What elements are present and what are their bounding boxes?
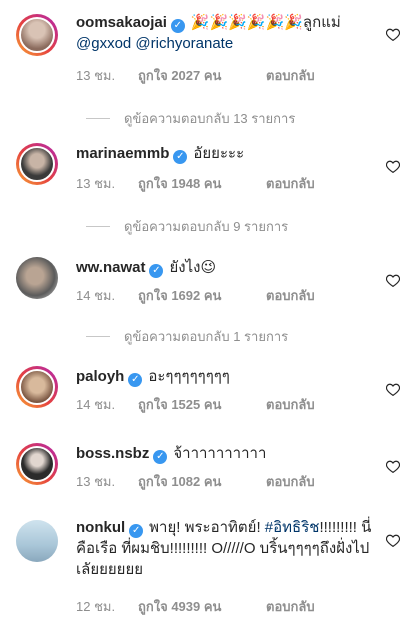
username[interactable]: oomsakaojai [76, 14, 167, 31]
verified-badge-icon: ✓ [149, 264, 164, 278]
avatar-image [16, 257, 58, 299]
heart-icon[interactable] [386, 160, 400, 173]
reply-button[interactable]: ตอบกลับ [266, 65, 315, 86]
view-replies-button[interactable]: ดูข้อความตอบกลับ 13 รายการ [86, 108, 295, 129]
comment-text: จ้าาาาาาาาาา [173, 445, 267, 462]
reply-button[interactable]: ตอบกลับ [266, 173, 315, 194]
mention-links[interactable]: @gxxod @richyoranate [76, 35, 233, 52]
view-replies-button[interactable]: ดูข้อความตอบกลับ 1 รายการ [86, 326, 288, 347]
timestamp: 13 ชม. [76, 474, 116, 489]
likes-count[interactable]: ถูกใจ 1082 คน [138, 471, 266, 492]
divider-line [86, 118, 110, 119]
comment-meta: 13 ชม. ถูกใจ 1082 คน ตอบกลับ [76, 471, 315, 492]
divider-line [86, 226, 110, 227]
heart-icon[interactable] [386, 383, 400, 396]
heart-icon[interactable] [386, 460, 400, 473]
comment-text: อะๆๆๆๆๆๆๆๆ [148, 368, 230, 385]
timestamp: 13 ชม. [76, 68, 116, 83]
heart-icon[interactable] [386, 28, 400, 41]
verified-badge-icon: ✓ [129, 524, 144, 538]
username[interactable]: ww.nawat [76, 259, 145, 276]
comment-meta: 13 ชม. ถูกใจ 1948 คน ตอบกลับ [76, 173, 315, 194]
username[interactable]: paloyh [76, 368, 124, 385]
comment-meta: 14 ชม. ถูกใจ 1525 คน ตอบกลับ [76, 394, 315, 415]
comment-text: 🎉🎉🎉🎉🎉🎉ลูกแม่ [190, 14, 341, 31]
view-replies-label: ดูข้อความตอบกลับ 9 รายการ [124, 219, 289, 234]
likes-count[interactable]: ถูกใจ 1692 คน [138, 285, 266, 306]
username[interactable]: nonkul [76, 519, 125, 536]
avatar[interactable] [16, 520, 58, 562]
avatar[interactable] [16, 257, 58, 299]
reply-button[interactable]: ตอบกลับ [266, 394, 315, 415]
hashtag-link[interactable]: #อิทธิริช [265, 519, 320, 536]
avatar-image [16, 520, 58, 562]
comment-meta: 14 ชม. ถูกใจ 1692 คน ตอบกลับ [76, 285, 315, 306]
timestamp: 12 ชม. [76, 599, 116, 614]
avatar[interactable] [16, 14, 58, 56]
avatar-image [19, 369, 55, 405]
reply-button[interactable]: ตอบกลับ [266, 471, 315, 492]
heart-icon[interactable] [386, 534, 400, 547]
username[interactable]: boss.nsbz [76, 445, 149, 462]
likes-count[interactable]: ถูกใจ 2027 คน [138, 65, 266, 86]
reply-button[interactable]: ตอบกลับ [266, 596, 315, 617]
likes-count[interactable]: ถูกใจ 4939 คน [138, 596, 266, 617]
view-replies-button[interactable]: ดูข้อความตอบกลับ 9 รายการ [86, 216, 288, 237]
timestamp: 14 ชม. [76, 288, 116, 303]
verified-badge-icon: ✓ [173, 150, 188, 164]
view-replies-label: ดูข้อความตอบกลับ 1 รายการ [124, 329, 289, 344]
avatar[interactable] [16, 366, 58, 408]
username[interactable]: marinaemmb [76, 145, 169, 162]
view-replies-label: ดูข้อความตอบกลับ 13 รายการ [124, 111, 296, 126]
verified-badge-icon: ✓ [128, 373, 143, 387]
avatar-image [19, 17, 55, 53]
timestamp: 13 ชม. [76, 176, 116, 191]
heart-icon[interactable] [386, 274, 400, 287]
avatar[interactable] [16, 443, 58, 485]
likes-count[interactable]: ถูกใจ 1948 คน [138, 173, 266, 194]
divider-line [86, 336, 110, 337]
reply-button[interactable]: ตอบกลับ [266, 285, 315, 306]
avatar-image [19, 146, 55, 182]
likes-count[interactable]: ถูกใจ 1525 คน [138, 394, 266, 415]
verified-badge-icon: ✓ [170, 19, 185, 33]
comment-text-part-1: พายุ! พระอาทิตย์! [149, 519, 261, 536]
comment-text: อัยยะะะ [193, 145, 245, 162]
timestamp: 14 ชม. [76, 397, 116, 412]
comment-meta: 12 ชม. ถูกใจ 4939 คน ตอบกลับ [76, 596, 315, 617]
comment-meta: 13 ชม. ถูกใจ 2027 คน ตอบกลับ [76, 65, 315, 86]
avatar[interactable] [16, 143, 58, 185]
verified-badge-icon: ✓ [153, 450, 168, 464]
avatar-image [19, 446, 55, 482]
comment-text: ยังไง😉 [169, 259, 217, 276]
